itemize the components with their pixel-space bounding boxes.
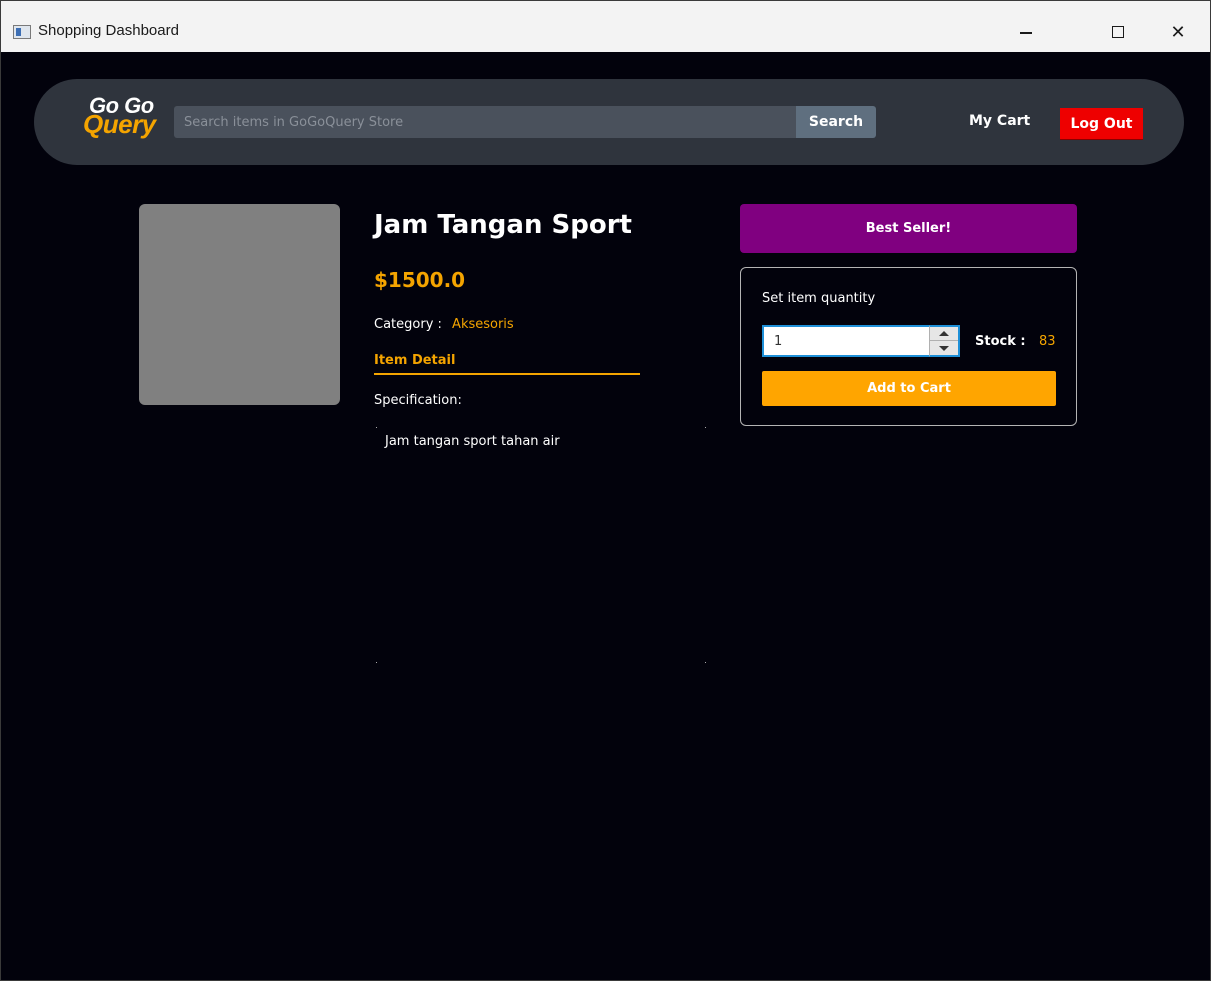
- minimize-icon: [1020, 32, 1032, 34]
- product-image-placeholder: [139, 204, 340, 405]
- add-to-cart-button[interactable]: Add to Cart: [762, 371, 1056, 406]
- chevron-up-icon: [939, 331, 949, 336]
- stock-label: Stock :: [975, 334, 1026, 349]
- area-corner-dot: [376, 427, 377, 428]
- gogoquery-logo[interactable]: Go Go Query: [83, 91, 168, 147]
- maximize-button[interactable]: [1095, 14, 1141, 50]
- app-window: Shopping Dashboard ✕ Go Go Query Search …: [0, 0, 1211, 981]
- category-row: Category : Aksesoris: [374, 317, 514, 332]
- area-corner-dot: [376, 662, 377, 663]
- category-label: Category :: [374, 317, 442, 332]
- quantity-increment-button[interactable]: [930, 327, 958, 341]
- quantity-label: Set item quantity: [762, 291, 876, 306]
- title-bar: Shopping Dashboard ✕: [1, 1, 1210, 52]
- close-icon: ✕: [1170, 21, 1186, 43]
- app-window-icon: [13, 25, 31, 39]
- close-button[interactable]: ✕: [1155, 14, 1201, 50]
- logout-button[interactable]: Log Out: [1060, 108, 1143, 140]
- logo-text-bottom: Query: [83, 109, 156, 139]
- quantity-stepper: [929, 325, 960, 357]
- window-title: Shopping Dashboard: [38, 22, 179, 39]
- quantity-decrement-button[interactable]: [930, 341, 958, 355]
- stock-value: 83: [1039, 334, 1056, 349]
- maximize-icon: [1112, 26, 1124, 38]
- specification-label: Specification:: [374, 393, 462, 408]
- minimize-button[interactable]: [1003, 14, 1049, 50]
- search-button[interactable]: Search: [796, 106, 876, 138]
- my-cart-link[interactable]: My Cart: [969, 113, 1030, 129]
- category-value: Aksesoris: [452, 317, 514, 332]
- chevron-down-icon: [939, 345, 949, 351]
- search-input[interactable]: [174, 106, 796, 138]
- specification-text-area: [376, 427, 706, 663]
- product-price: $1500.0: [374, 268, 466, 292]
- specification-text: Jam tangan sport tahan air: [385, 434, 560, 449]
- best-seller-badge: Best Seller!: [740, 204, 1077, 253]
- area-corner-dot: [705, 662, 706, 663]
- quantity-input[interactable]: [762, 325, 929, 357]
- area-corner-dot: [705, 427, 706, 428]
- tab-item-detail[interactable]: Item Detail: [374, 353, 640, 375]
- product-name: Jam Tangan Sport: [374, 210, 632, 240]
